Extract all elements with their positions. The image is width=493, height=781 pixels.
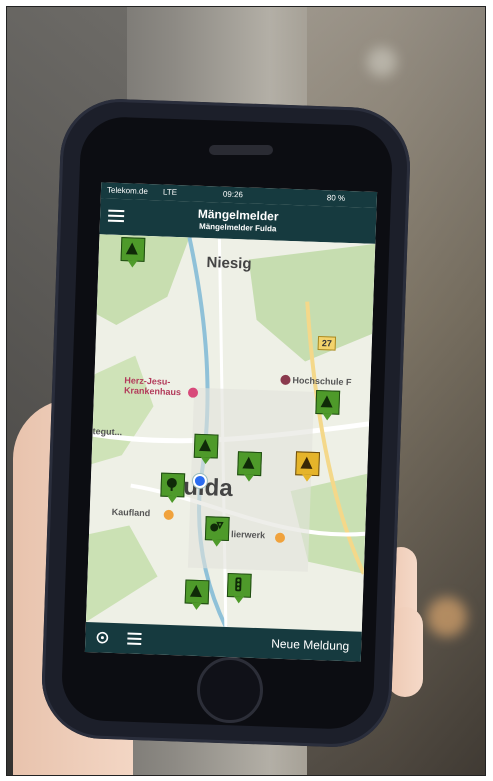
tree-icon (210, 521, 224, 532)
hazard-icon (198, 439, 211, 452)
hazard-icon (125, 242, 138, 255)
report-marker-hazard[interactable] (315, 389, 341, 415)
bokeh-light (427, 597, 467, 637)
hazard-icon (189, 584, 202, 598)
hazard-icon (242, 456, 255, 469)
map-background (85, 234, 376, 632)
crosshair-icon[interactable] (95, 630, 109, 644)
report-marker-tree[interactable] (160, 472, 186, 498)
tree-icon (166, 477, 177, 492)
network-label: LTE (162, 187, 178, 197)
hazard-icon (300, 456, 313, 469)
carrier-label: Telekom.de (106, 185, 149, 196)
list-icon[interactable] (127, 632, 142, 646)
clock: 09:26 (222, 189, 244, 200)
home-button[interactable] (197, 657, 263, 723)
report-marker-hazard[interactable] (237, 451, 262, 477)
place-label-niesig: Niesig (206, 254, 252, 273)
poi-school-label: Hochschule F (292, 375, 352, 388)
phone-screen: Telekom.de LTE 09:26 80 % Mängelmelder M… (84, 182, 378, 662)
poi-werk-label: lierwerk (230, 529, 266, 541)
report-marker-tree[interactable] (204, 516, 230, 541)
photo-frame: Telekom.de LTE 09:26 80 % Mängelmelder M… (6, 6, 486, 776)
hazard-icon (320, 395, 333, 408)
new-report-button[interactable]: Neue Meldung (271, 637, 350, 654)
road-number-badge: 27 (317, 335, 337, 351)
traffic-light-icon (235, 577, 242, 592)
report-marker-hazard[interactable] (184, 579, 210, 605)
report-marker-hazard[interactable] (193, 433, 219, 459)
phone-speaker (209, 145, 273, 155)
report-marker-hazard[interactable] (120, 237, 146, 262)
poi-hospital-label: Herz-Jesu- Krankenhaus (123, 375, 182, 398)
poi-kaufland-label: Kaufland (111, 506, 151, 519)
report-marker-traffic-light[interactable] (226, 572, 252, 598)
bokeh-light (367, 47, 397, 77)
report-marker-warning[interactable] (295, 451, 321, 477)
battery-label: 80 % (326, 193, 346, 203)
poi-tegut-label: tegut... (92, 426, 123, 438)
map-view[interactable]: Niesig Fulda Herz-Jesu- Krankenhaus Hoch… (85, 234, 376, 632)
